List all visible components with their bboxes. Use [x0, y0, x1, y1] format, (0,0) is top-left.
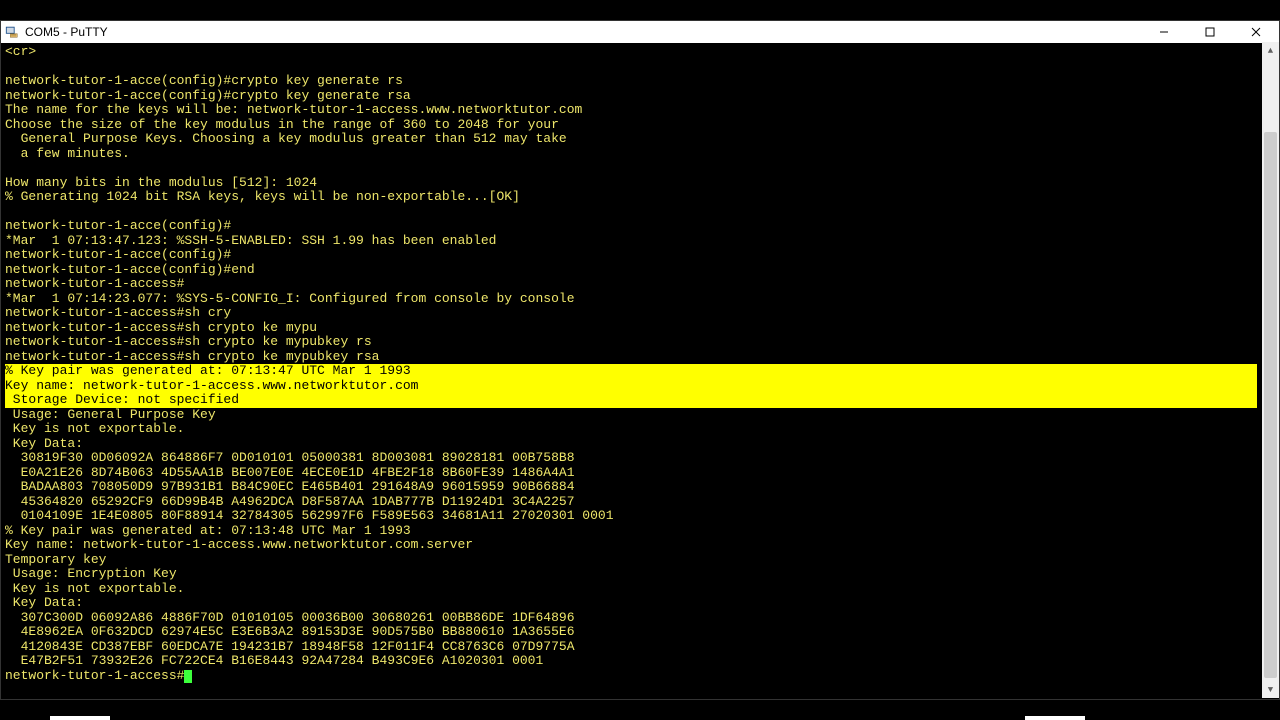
highlighted-line: % Key pair was generated at: 07:13:47 UT… [5, 364, 1257, 379]
minimize-button[interactable] [1141, 21, 1187, 43]
window-title: COM5 - PuTTY [25, 25, 108, 39]
window-titlebar[interactable]: COM5 - PuTTY [1, 21, 1279, 43]
terminal-cursor [184, 670, 192, 683]
putty-app-icon [5, 25, 19, 39]
close-button[interactable] [1233, 21, 1279, 43]
taskbar [0, 702, 1280, 720]
scroll-up-arrow[interactable]: ▲ [1262, 42, 1279, 59]
scroll-down-arrow[interactable]: ▼ [1262, 681, 1279, 698]
highlighted-line: Storage Device: not specified [5, 393, 1257, 408]
taskbar-item[interactable] [1025, 716, 1085, 720]
vertical-scrollbar[interactable]: ▲ ▼ [1262, 42, 1279, 698]
terminal-output[interactable]: <cr> network-tutor-1-acce(config)#crypto… [1, 43, 1279, 699]
putty-window: COM5 - PuTTY <cr> network-tutor-1-acce(c… [0, 20, 1280, 700]
scroll-thumb[interactable] [1264, 132, 1277, 678]
maximize-button[interactable] [1187, 21, 1233, 43]
highlighted-line: Key name: network-tutor-1-access.www.net… [5, 379, 1257, 394]
taskbar-item[interactable] [50, 716, 110, 720]
